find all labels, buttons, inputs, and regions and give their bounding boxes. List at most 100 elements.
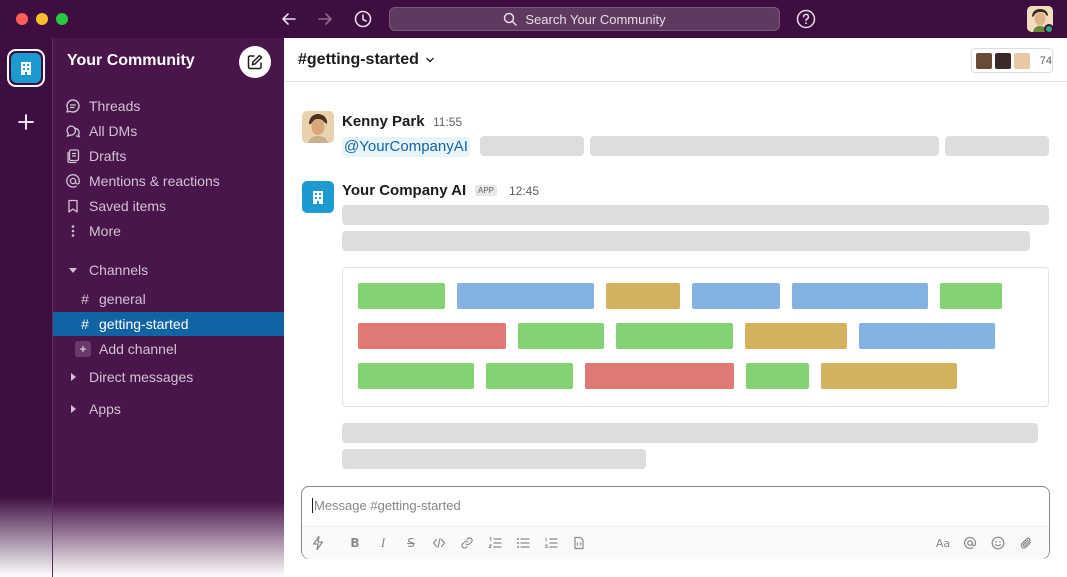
card-block [606,283,680,309]
shortcuts-lightning-icon[interactable] [310,535,326,551]
caret-right-icon [67,371,79,383]
compose-icon [247,54,263,70]
card-block [518,323,604,349]
direct-messages-header: Direct messages [89,369,194,385]
card-block [792,283,928,309]
card-block [358,323,506,349]
apps-section-toggle[interactable]: Apps [67,398,121,420]
composer-toolbar: B I S Aa [302,526,1049,559]
code-icon[interactable] [431,535,447,551]
message-text-placeholder [590,136,939,156]
message-attachment-card [342,267,1049,407]
sidebar-item-drafts[interactable]: Drafts [65,145,126,167]
workspace-name[interactable]: Your Community [67,52,195,70]
help-icon[interactable] [796,9,816,29]
message-input[interactable]: Message #getting-started [312,498,461,513]
sidebar-channel-general[interactable]: # general [53,287,285,311]
message-composer: Message #getting-started B I S Aa [301,486,1050,559]
numbered-list-icon[interactable] [543,535,559,551]
message-text-placeholder [945,136,1049,156]
member-avatar [993,51,1012,70]
card-block [821,363,957,389]
history-clock-icon[interactable] [352,8,374,30]
add-channel-label: Add channel [99,341,177,357]
message-timestamp[interactable]: 11:55 [433,115,462,129]
card-block [358,363,474,389]
title-bar: Search Your Community [0,0,1067,38]
sidebar-item-label: Mentions & reactions [89,173,220,189]
add-workspace-plus-icon[interactable] [15,111,37,133]
search-bar[interactable]: Search Your Community [389,7,780,31]
plus-icon: + [75,341,91,357]
bulleted-list-icon[interactable] [515,535,531,551]
sidebar-item-all-dms[interactable]: All DMs [65,120,137,142]
message-text-placeholder [480,136,584,156]
forward-arrow-icon[interactable] [314,8,336,30]
direct-messages-section-toggle[interactable]: Direct messages [67,366,193,388]
hash-icon: # [81,291,89,307]
minimize-window-button[interactable] [36,13,48,25]
card-block [616,323,733,349]
member-count: 74 [1039,54,1053,67]
message-text-placeholder [342,231,1030,251]
search-placeholder: Search Your Community [525,11,666,27]
caret-right-icon [67,403,79,415]
at-icon [65,173,81,189]
hash-icon: # [81,316,89,332]
attach-paperclip-icon[interactable] [1018,535,1034,551]
sidebar-channel-getting-started[interactable]: # getting-started [53,312,285,336]
card-block [486,363,573,389]
channel-title-button[interactable]: #getting-started [298,51,435,69]
compose-button[interactable] [239,46,271,78]
formatting-aa-icon[interactable]: Aa [934,535,952,551]
link-icon[interactable] [459,535,475,551]
channels-section-toggle[interactable]: Channels [67,259,148,281]
card-block [457,283,594,309]
sidebar-item-saved[interactable]: Saved items [65,195,166,217]
message-text-placeholder [342,423,1038,443]
sidebar-item-more[interactable]: More [65,220,121,242]
search-icon [504,12,518,26]
bookmark-icon [65,198,81,214]
drafts-icon [65,148,81,164]
mention-at-icon[interactable] [962,535,978,551]
emoji-icon[interactable] [990,535,1006,551]
channels-header: Channels [89,262,149,278]
card-block [745,323,847,349]
back-arrow-icon[interactable] [278,8,300,30]
dms-icon [65,123,81,139]
card-block [358,283,445,309]
add-channel-button[interactable]: + Add channel [53,337,285,361]
card-block [746,363,809,389]
apps-header: Apps [89,401,121,417]
more-vertical-icon [65,223,81,239]
message-author[interactable]: Your Company AI [342,182,466,199]
chevron-down-icon [426,57,434,63]
sidebar-item-label: Drafts [89,148,127,164]
channel-title: #getting-started [298,51,419,68]
channel-view: #getting-started 74 Kenny Park 11:55 @Yo… [284,38,1067,577]
sidebar-item-label: Threads [89,98,141,114]
italic-icon[interactable]: I [375,535,391,551]
sidebar-item-mentions[interactable]: Mentions & reactions [65,170,220,192]
building-icon [21,62,31,75]
presence-indicator [1044,24,1054,34]
kenny-park-avatar[interactable] [302,111,334,143]
message-text-placeholder [342,449,646,469]
workspace-switcher-button[interactable] [7,49,45,87]
your-company-ai-avatar[interactable] [302,181,334,213]
card-block [692,283,780,309]
member-avatar [1012,51,1031,70]
maximize-window-button[interactable] [56,13,68,25]
message-author[interactable]: Kenny Park [342,113,425,130]
mention-link[interactable]: @YourCompanyAI [342,137,470,157]
app-badge: APP [475,185,498,196]
bold-icon[interactable]: B [347,535,363,551]
code-block-icon[interactable] [571,535,587,551]
sidebar-item-threads[interactable]: Threads [65,95,140,117]
close-window-button[interactable] [16,13,28,25]
ordered-list-icon[interactable] [487,535,503,551]
strikethrough-icon[interactable]: S [403,535,419,551]
message-timestamp[interactable]: 12:45 [509,184,539,198]
members-button[interactable]: 74 [971,48,1053,73]
